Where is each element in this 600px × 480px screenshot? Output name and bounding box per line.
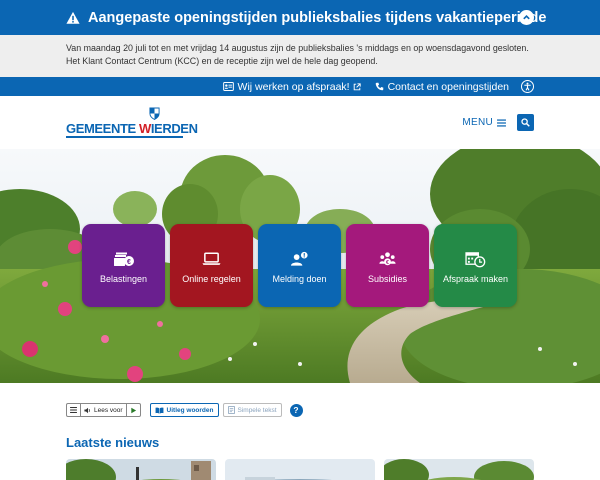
simpele-tekst-button[interactable]: Simpele tekst — [222, 403, 282, 417]
warning-icon — [66, 11, 80, 24]
news-heading: Laatste nieuws — [66, 435, 160, 450]
svg-text:€: € — [127, 259, 131, 266]
search-button[interactable] — [517, 114, 534, 131]
reading-tools-bar: Lees voor Uitleg woorden Simpele tekst ? — [66, 403, 303, 417]
news-cards — [66, 459, 534, 480]
uitleg-woorden-button[interactable]: Uitleg woorden — [149, 403, 219, 417]
site-header: GEMEENTE WIERDEN MENU — [0, 96, 600, 149]
tile-afspraak-maken[interactable]: Afspraak maken — [434, 224, 517, 307]
collapse-alert-button[interactable] — [519, 10, 534, 25]
tile-label: Subsidies — [367, 274, 408, 284]
search-icon — [521, 118, 530, 127]
tile-label: Afspraak maken — [442, 274, 509, 284]
alert-text-line-1: Van maandag 20 juli tot en met vrijdag 1… — [66, 43, 529, 53]
alert-bar[interactable]: Aangepaste openingstijden publieksbalies… — [0, 0, 600, 35]
news-photo — [384, 459, 534, 480]
external-link-icon — [353, 82, 361, 90]
readspeaker-menu-button[interactable] — [67, 404, 80, 416]
tile-belastingen[interactable]: € Belastingen — [82, 224, 165, 307]
speaker-icon — [84, 407, 90, 413]
laptop-icon — [202, 252, 221, 265]
contact-label: Contact en openingstijden — [387, 80, 509, 93]
svg-text:€: € — [386, 260, 389, 266]
afspraak-link[interactable]: Wij werken op afspraak! — [222, 80, 361, 93]
readspeaker-player: Lees voor — [66, 403, 141, 417]
logo-underline — [66, 136, 183, 138]
news-card-image[interactable] — [384, 459, 534, 480]
hamburger-icon — [497, 118, 506, 127]
accessibility-button[interactable] — [521, 80, 534, 93]
tile-label: Melding doen — [272, 274, 327, 284]
play-icon — [130, 407, 136, 413]
alert-title: Aangepaste openingstijden publieksbalies… — [88, 9, 547, 26]
service-tiles: € Belastingen Online regelen Melding doe… — [82, 224, 517, 307]
alert-body: Van maandag 20 juli tot en met vrijdag 1… — [0, 35, 600, 77]
document-icon — [227, 406, 235, 414]
hero-banner: € Belastingen Online regelen Melding doe… — [0, 149, 600, 383]
afspraak-label: Wij werken op afspraak! — [237, 80, 350, 93]
news-photo — [66, 459, 216, 480]
calendar-clock-icon — [465, 251, 486, 267]
chevron-up-icon — [523, 15, 530, 20]
logo-wordmark: GEMEENTE WIERDEN — [66, 121, 198, 136]
money-icon: € — [113, 252, 134, 266]
id-card-icon — [222, 82, 234, 91]
news-photo — [225, 459, 375, 480]
menu-button[interactable]: MENU — [462, 117, 506, 128]
contact-link[interactable]: Contact en openingstijden — [375, 81, 509, 93]
book-icon — [155, 407, 163, 414]
person-alert-icon — [290, 251, 308, 266]
utility-bar: Wij werken op afspraak! Contact en openi… — [0, 77, 600, 96]
tile-label: Online regelen — [182, 274, 241, 284]
tile-online-regelen[interactable]: Online regelen — [170, 224, 253, 307]
lees-voor-button[interactable]: Lees voor — [80, 404, 126, 416]
accessibility-icon — [524, 82, 531, 91]
coat-of-arms-icon — [149, 107, 160, 120]
group-money-icon: € — [379, 252, 396, 266]
news-card-image[interactable] — [66, 459, 216, 480]
menu-label: MENU — [462, 117, 493, 128]
uitleg-woorden-label: Uitleg woorden — [166, 406, 214, 414]
play-button[interactable] — [125, 404, 140, 416]
page: Aangepaste openingstijden publieksbalies… — [0, 0, 600, 480]
lees-voor-label: Lees voor — [94, 406, 123, 414]
news-card-image[interactable] — [225, 459, 375, 480]
help-button[interactable]: ? — [289, 403, 303, 417]
phone-icon — [375, 82, 383, 91]
help-icon: ? — [293, 405, 299, 415]
header-actions: MENU — [462, 114, 534, 131]
hamburger-icon — [70, 407, 77, 413]
tile-subsidies[interactable]: € Subsidies — [346, 224, 429, 307]
alert-text-line-2: Het Klant Contact Centrum (KCC) en de re… — [66, 55, 378, 66]
tile-label: Belastingen — [99, 274, 148, 284]
tile-melding-doen[interactable]: Melding doen — [258, 224, 341, 307]
simpele-tekst-label: Simpele tekst — [237, 406, 277, 414]
